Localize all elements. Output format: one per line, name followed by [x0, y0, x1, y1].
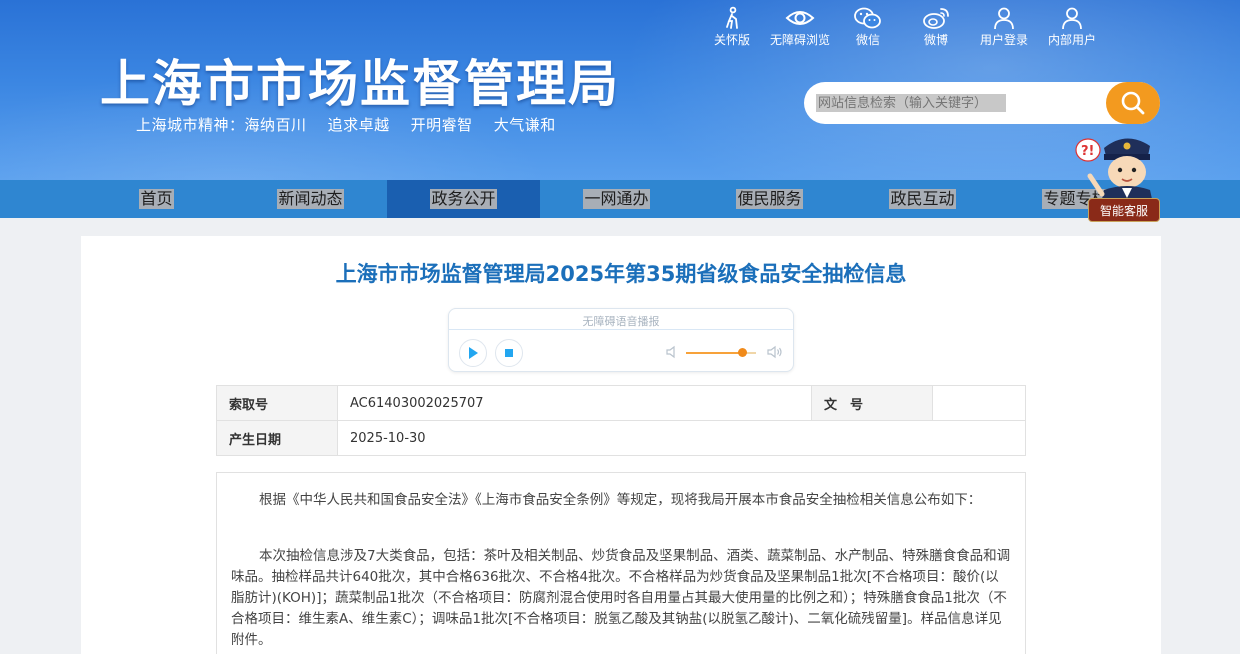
nav-item-label: 一网通办: [583, 189, 650, 209]
user-icon: [1062, 7, 1082, 30]
weibo-icon: [923, 8, 949, 29]
top-links: 关怀版 无障碍浏览 微信 微博 用户登录 内部用户: [698, 6, 1106, 48]
top-link-user-login[interactable]: 用户登录: [970, 6, 1038, 48]
audio-progress-bar[interactable]: [449, 329, 793, 330]
table-row: 索取号 AC61403002025707 文 号: [216, 385, 1026, 421]
site-slogan: 上海城市精神：海纳百川 追求卓越 开明睿智 大气谦和: [136, 116, 556, 134]
volume-slider-handle[interactable]: [737, 348, 747, 357]
index-number-value: AC61403002025707: [337, 385, 812, 421]
search-icon: [1121, 91, 1145, 115]
creation-date-value: 2025-10-30: [337, 420, 1026, 456]
article-title: 上海市市场监督管理局2025年第35期省级食品安全抽检信息: [335, 262, 907, 286]
top-link-label: 用户登录: [979, 33, 1028, 47]
volume-down-icon[interactable]: [665, 345, 679, 359]
elder-care-icon: [726, 6, 738, 29]
nav-item-interaction[interactable]: 政民互动: [846, 180, 999, 218]
document-number-value: [932, 385, 1026, 421]
stop-button[interactable]: [495, 339, 523, 367]
top-link-label: 无障碍浏览: [769, 33, 830, 47]
creation-date-label: 产生日期: [216, 420, 338, 456]
main-nav: 首页 新闻动态 政务公开 一网通办 便民服务 政民互动 专题专栏: [0, 180, 1240, 218]
audio-player: 无障碍语音播报: [448, 308, 794, 372]
top-link-accessibility[interactable]: 无障碍浏览: [766, 6, 834, 48]
eye-icon: [785, 11, 815, 25]
volume-slider-fill: [686, 352, 742, 354]
document-meta-table: 索取号 AC61403002025707 文 号 产生日期 2025-10-30: [216, 385, 1026, 456]
top-link-label: 关怀版: [713, 33, 750, 47]
search-box: [804, 82, 1160, 124]
document-number-label: 文 号: [811, 385, 933, 421]
top-link-internal-user[interactable]: 内部用户: [1038, 6, 1106, 48]
top-link-weibo[interactable]: 微博: [902, 6, 970, 48]
top-link-label: 微信: [855, 33, 880, 47]
nav-item-news[interactable]: 新闻动态: [234, 180, 387, 218]
wechat-icon: [854, 7, 881, 29]
nav-item-one-stop[interactable]: 一网通办: [540, 180, 693, 218]
audio-player-label: 无障碍语音播报: [582, 315, 660, 328]
article-paragraph: 根据《中华人民共和国食品安全法》《上海市食品安全条例》等规定，现将我局开展本市食…: [259, 492, 982, 508]
site-title: 上海市市场监督管理局: [100, 55, 620, 113]
top-link-wechat[interactable]: 微信: [834, 6, 902, 48]
article-body: 根据《中华人民共和国食品安全法》《上海市食品安全条例》等规定，现将我局开展本市食…: [216, 472, 1026, 654]
nav-item-gov-affairs[interactable]: 政务公开: [387, 180, 540, 218]
nav-item-label: 便民服务: [736, 189, 803, 209]
article-paragraph: 本次抽检信息涉及7大类食品，包括：茶叶及相关制品、炒货食品及坚果制品、酒类、蔬菜…: [231, 548, 1011, 648]
article-container: 上海市市场监督管理局2025年第35期省级食品安全抽检信息 无障碍语音播报 索取…: [81, 236, 1161, 654]
volume-up-icon[interactable]: [767, 345, 783, 359]
index-number-label: 索取号: [216, 385, 338, 421]
svg-text:?!: ?!: [1081, 144, 1094, 159]
nav-item-label: 新闻动态: [277, 189, 344, 209]
assistant-button[interactable]: 智能客服: [1088, 198, 1160, 222]
nav-item-label: 首页: [139, 189, 174, 209]
user-icon: [994, 7, 1014, 30]
top-link-elder-care[interactable]: 关怀版: [698, 6, 766, 48]
play-button[interactable]: [459, 339, 487, 367]
table-row: 产生日期 2025-10-30: [216, 420, 1026, 456]
nav-item-label: 政务公开: [430, 189, 497, 209]
top-link-label: 微博: [923, 33, 948, 47]
search-input[interactable]: [816, 94, 1006, 112]
stop-icon: [505, 349, 513, 357]
nav-item-home[interactable]: 首页: [80, 180, 233, 218]
play-icon: [469, 347, 478, 359]
site-header: 上海市市场监督管理局 上海城市精神：海纳百川 追求卓越 开明睿智 大气谦和 关怀…: [0, 0, 1240, 180]
search-button[interactable]: [1106, 82, 1160, 124]
top-link-label: 内部用户: [1047, 33, 1096, 47]
nav-item-label: 政民互动: [889, 189, 956, 209]
nav-item-services[interactable]: 便民服务: [693, 180, 846, 218]
